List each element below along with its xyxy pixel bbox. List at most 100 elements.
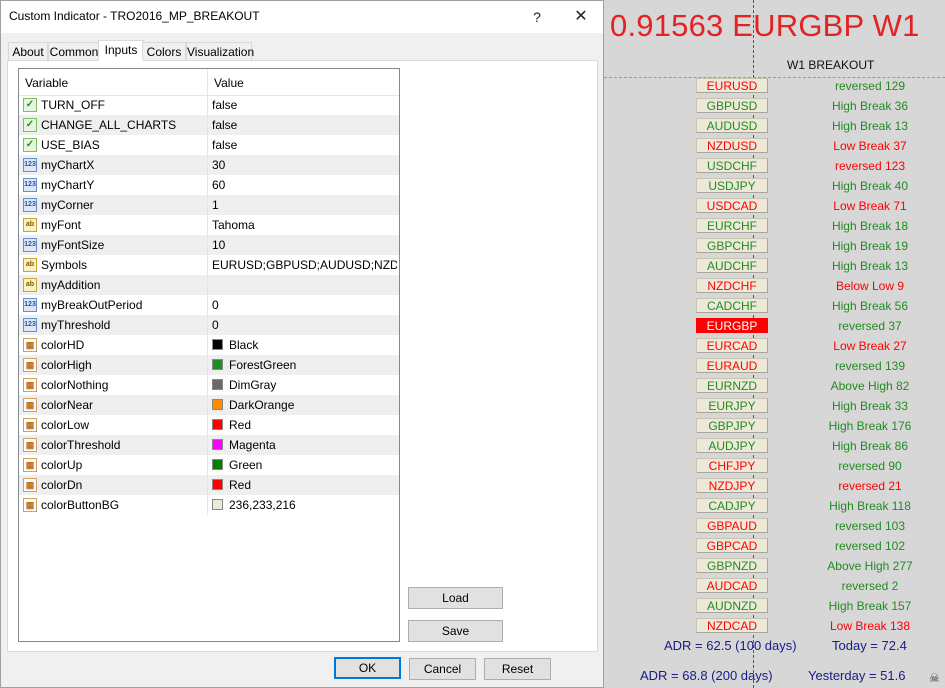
- pair-button-usdchf[interactable]: USDCHF: [696, 158, 768, 173]
- pair-button-audcad[interactable]: AUDCAD: [696, 578, 768, 593]
- param-value[interactable]: false: [212, 115, 397, 135]
- param-value[interactable]: 0: [212, 315, 397, 335]
- param-row[interactable]: 123 myCorner 1: [19, 195, 399, 215]
- pair-button-eurchf[interactable]: EURCHF: [696, 218, 768, 233]
- cancel-button[interactable]: Cancel: [409, 658, 476, 680]
- param-value[interactable]: Red: [229, 475, 399, 495]
- param-row[interactable]: ▦ colorDn Red: [19, 475, 399, 495]
- param-name: colorButtonBG: [41, 498, 120, 512]
- tab-common[interactable]: Common: [48, 42, 100, 60]
- help-button[interactable]: ?: [522, 5, 552, 29]
- pair-button-audchf[interactable]: AUDCHF: [696, 258, 768, 273]
- pair-button-cadchf[interactable]: CADCHF: [696, 298, 768, 313]
- pair-button-gbpjpy[interactable]: GBPJPY: [696, 418, 768, 433]
- param-value[interactable]: 0: [212, 295, 397, 315]
- pair-button-gbpchf[interactable]: GBPCHF: [696, 238, 768, 253]
- param-value[interactable]: Green: [229, 455, 399, 475]
- param-row[interactable]: ▦ colorButtonBG 236,233,216: [19, 495, 399, 515]
- tab-colors[interactable]: Colors: [142, 42, 186, 60]
- pair-button-eurnzd[interactable]: EURNZD: [696, 378, 768, 393]
- param-row[interactable]: ab myAddition: [19, 275, 399, 295]
- param-row[interactable]: ab Symbols EURUSD;GBPUSD;AUDUSD;NZD...: [19, 255, 399, 275]
- tab-about[interactable]: About: [8, 42, 48, 60]
- inputs-grid[interactable]: Variable Value ✓ TURN_OFF false ✓ CHANGE_ALL…: [18, 68, 400, 642]
- param-row[interactable]: 123 myThreshold 0: [19, 315, 399, 335]
- load-button[interactable]: Load: [408, 587, 503, 609]
- param-row[interactable]: ▦ colorThreshold Magenta: [19, 435, 399, 455]
- pair-button-eurusd[interactable]: EURUSD: [696, 78, 768, 93]
- ok-button[interactable]: OK: [334, 657, 401, 679]
- close-icon[interactable]: ✕: [566, 5, 596, 29]
- pair-button-usdcad[interactable]: USDCAD: [696, 198, 768, 213]
- param-row[interactable]: 123 myBreakOutPeriod 0: [19, 295, 399, 315]
- param-value[interactable]: 10: [212, 235, 397, 255]
- pair-button-gbpaud[interactable]: GBPAUD: [696, 518, 768, 533]
- header-value[interactable]: Value: [214, 76, 244, 90]
- tab-visualization[interactable]: Visualization: [186, 42, 254, 60]
- pair-button-nzdchf[interactable]: NZDCHF: [696, 278, 768, 293]
- param-value[interactable]: false: [212, 95, 397, 115]
- column-separator: [207, 335, 208, 355]
- pair-button-gbpcad[interactable]: GBPCAD: [696, 538, 768, 553]
- reset-button[interactable]: Reset: [484, 658, 551, 680]
- param-row[interactable]: 123 myChartX 30: [19, 155, 399, 175]
- color-swatch[interactable]: [212, 459, 223, 470]
- param-row[interactable]: 123 myFontSize 10: [19, 235, 399, 255]
- param-value[interactable]: Black: [229, 335, 399, 355]
- pair-button-audjpy[interactable]: AUDJPY: [696, 438, 768, 453]
- header-separator[interactable]: [207, 69, 208, 95]
- header-variable[interactable]: Variable: [25, 76, 68, 90]
- param-value[interactable]: EURUSD;GBPUSD;AUDUSD;NZD...: [212, 255, 397, 275]
- pair-button-nzdjpy[interactable]: NZDJPY: [696, 478, 768, 493]
- param-row[interactable]: ▦ colorLow Red: [19, 415, 399, 435]
- column-separator: [207, 455, 208, 475]
- save-button[interactable]: Save: [408, 620, 503, 642]
- color-swatch[interactable]: [212, 379, 223, 390]
- pair-button-usdjpy[interactable]: USDJPY: [696, 178, 768, 193]
- param-value[interactable]: Magenta: [229, 435, 399, 455]
- param-row[interactable]: ✓ TURN_OFF false: [19, 95, 399, 115]
- param-value[interactable]: 30: [212, 155, 397, 175]
- color-swatch[interactable]: [212, 339, 223, 350]
- numeric-type-icon: 123: [23, 178, 37, 192]
- color-swatch[interactable]: [212, 399, 223, 410]
- param-row[interactable]: ▦ colorHD Black: [19, 335, 399, 355]
- param-row[interactable]: ab myFont Tahoma: [19, 215, 399, 235]
- param-row[interactable]: 123 myChartY 60: [19, 175, 399, 195]
- pair-button-nzdcad[interactable]: NZDCAD: [696, 618, 768, 633]
- param-value[interactable]: 236,233,216: [229, 495, 399, 515]
- pair-button-eurgbp[interactable]: EURGBP: [696, 318, 768, 333]
- param-value[interactable]: DarkOrange: [229, 395, 399, 415]
- pair-button-euraud[interactable]: EURAUD: [696, 358, 768, 373]
- param-row[interactable]: ▦ colorHigh ForestGreen: [19, 355, 399, 375]
- param-value[interactable]: 1: [212, 195, 397, 215]
- param-value[interactable]: Tahoma: [212, 215, 397, 235]
- tab-inputs[interactable]: Inputs: [98, 40, 144, 61]
- pair-button-audnzd[interactable]: AUDNZD: [696, 598, 768, 613]
- param-row[interactable]: ✓ USE_BIAS false: [19, 135, 399, 155]
- pair-button-nzdusd[interactable]: NZDUSD: [696, 138, 768, 153]
- param-value[interactable]: DimGray: [229, 375, 399, 395]
- param-row[interactable]: ▦ colorNothing DimGray: [19, 375, 399, 395]
- pair-button-gbpusd[interactable]: GBPUSD: [696, 98, 768, 113]
- pair-button-cadjpy[interactable]: CADJPY: [696, 498, 768, 513]
- color-swatch[interactable]: [212, 419, 223, 430]
- param-value[interactable]: 60: [212, 175, 397, 195]
- pair-button-audusd[interactable]: AUDUSD: [696, 118, 768, 133]
- pair-button-chfjpy[interactable]: CHFJPY: [696, 458, 768, 473]
- pair-status: reversed 129: [834, 79, 906, 93]
- title-bar[interactable]: Custom Indicator - TRO2016_MP_BREAKOUT ?…: [1, 1, 603, 33]
- param-value[interactable]: Red: [229, 415, 399, 435]
- color-swatch[interactable]: [212, 499, 223, 510]
- pair-button-eurcad[interactable]: EURCAD: [696, 338, 768, 353]
- pair-button-eurjpy[interactable]: EURJPY: [696, 398, 768, 413]
- pair-button-gbpnzd[interactable]: GBPNZD: [696, 558, 768, 573]
- color-swatch[interactable]: [212, 359, 223, 370]
- color-swatch[interactable]: [212, 479, 223, 490]
- param-row[interactable]: ▦ colorUp Green: [19, 455, 399, 475]
- param-row[interactable]: ✓ CHANGE_ALL_CHARTS false: [19, 115, 399, 135]
- color-swatch[interactable]: [212, 439, 223, 450]
- param-value[interactable]: ForestGreen: [229, 355, 399, 375]
- param-value[interactable]: false: [212, 135, 397, 155]
- param-row[interactable]: ▦ colorNear DarkOrange: [19, 395, 399, 415]
